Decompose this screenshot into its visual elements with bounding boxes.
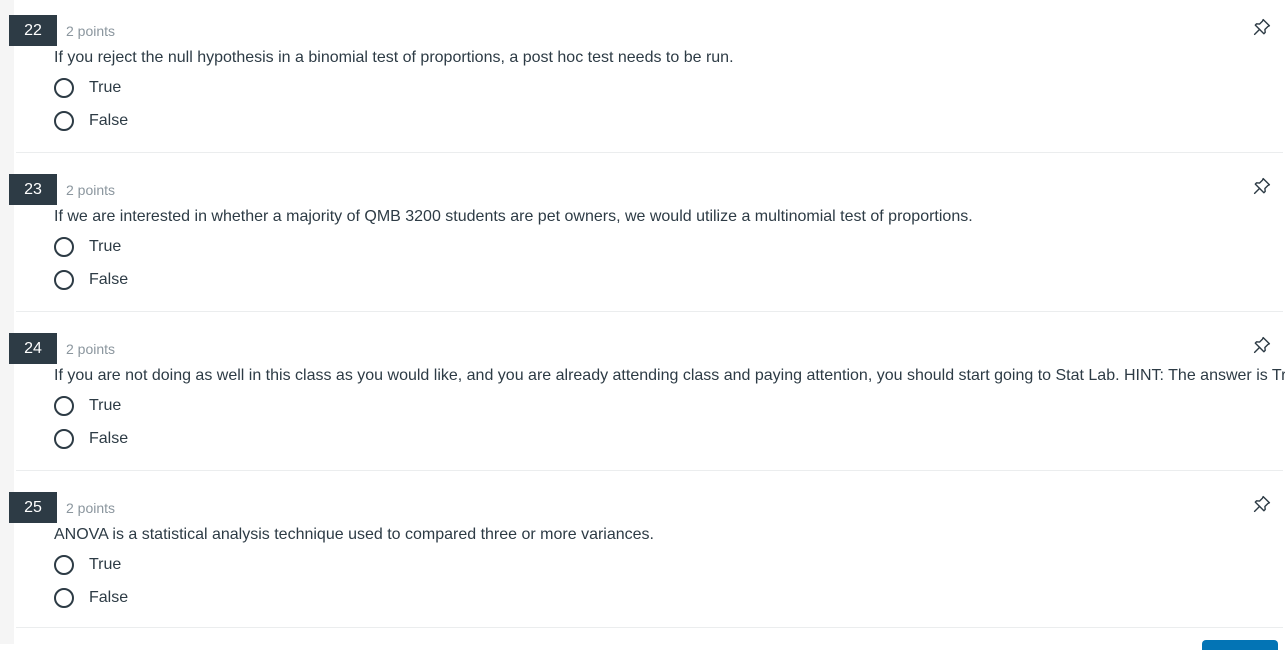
question-number: 23 (9, 174, 57, 205)
pin-icon[interactable] (1252, 494, 1272, 514)
option-true[interactable]: True (54, 553, 121, 577)
radio-button[interactable] (54, 111, 74, 131)
question-23: 23 2 points If we are interested in whet… (0, 159, 1285, 318)
option-label: False (89, 112, 129, 129)
option-label: True (89, 397, 122, 414)
question-points: 2 points (66, 23, 116, 39)
radio-button[interactable] (54, 555, 74, 575)
next-button[interactable] (1202, 640, 1278, 650)
question-number: 25 (9, 492, 57, 523)
option-false[interactable]: False (54, 109, 128, 133)
option-true[interactable]: True (54, 76, 121, 100)
option-true[interactable]: True (54, 235, 121, 259)
question-points: 2 points (66, 500, 116, 516)
question-24: 24 2 points If you are not doing as well… (0, 318, 1285, 477)
question-divider (16, 311, 1283, 312)
option-false[interactable]: False (54, 586, 128, 610)
radio-button[interactable] (54, 396, 74, 416)
option-false[interactable]: False (54, 427, 128, 451)
pin-icon[interactable] (1252, 176, 1272, 196)
question-25: 25 2 points ANOVA is a statistical analy… (0, 477, 1285, 636)
question-points: 2 points (66, 182, 116, 198)
question-text: ANOVA is a statistical analysis techniqu… (54, 526, 654, 543)
question-number: 22 (9, 15, 57, 46)
option-false[interactable]: False (54, 268, 128, 292)
option-label: True (89, 556, 122, 573)
option-label: False (89, 271, 129, 288)
option-label: False (89, 589, 129, 606)
question-22: 22 2 points If you reject the null hypot… (0, 0, 1285, 159)
quiz-questions: 22 2 points If you reject the null hypot… (0, 0, 1285, 644)
option-label: True (89, 79, 122, 96)
option-true[interactable]: True (54, 394, 121, 418)
option-label: False (89, 430, 129, 447)
option-label: True (89, 238, 122, 255)
radio-button[interactable] (54, 429, 74, 449)
question-divider (16, 627, 1283, 628)
radio-button[interactable] (54, 588, 74, 608)
radio-button[interactable] (54, 237, 74, 257)
radio-button[interactable] (54, 270, 74, 290)
question-number: 24 (9, 333, 57, 364)
question-text: If you are not doing as well in this cla… (54, 367, 1285, 384)
pin-icon[interactable] (1252, 335, 1272, 355)
question-divider (16, 152, 1283, 153)
question-points: 2 points (66, 341, 116, 357)
radio-button[interactable] (54, 78, 74, 98)
question-text: If we are interested in whether a majori… (54, 208, 973, 225)
question-divider (16, 470, 1283, 471)
pin-icon[interactable] (1252, 17, 1272, 37)
question-text: If you reject the null hypothesis in a b… (54, 49, 734, 66)
